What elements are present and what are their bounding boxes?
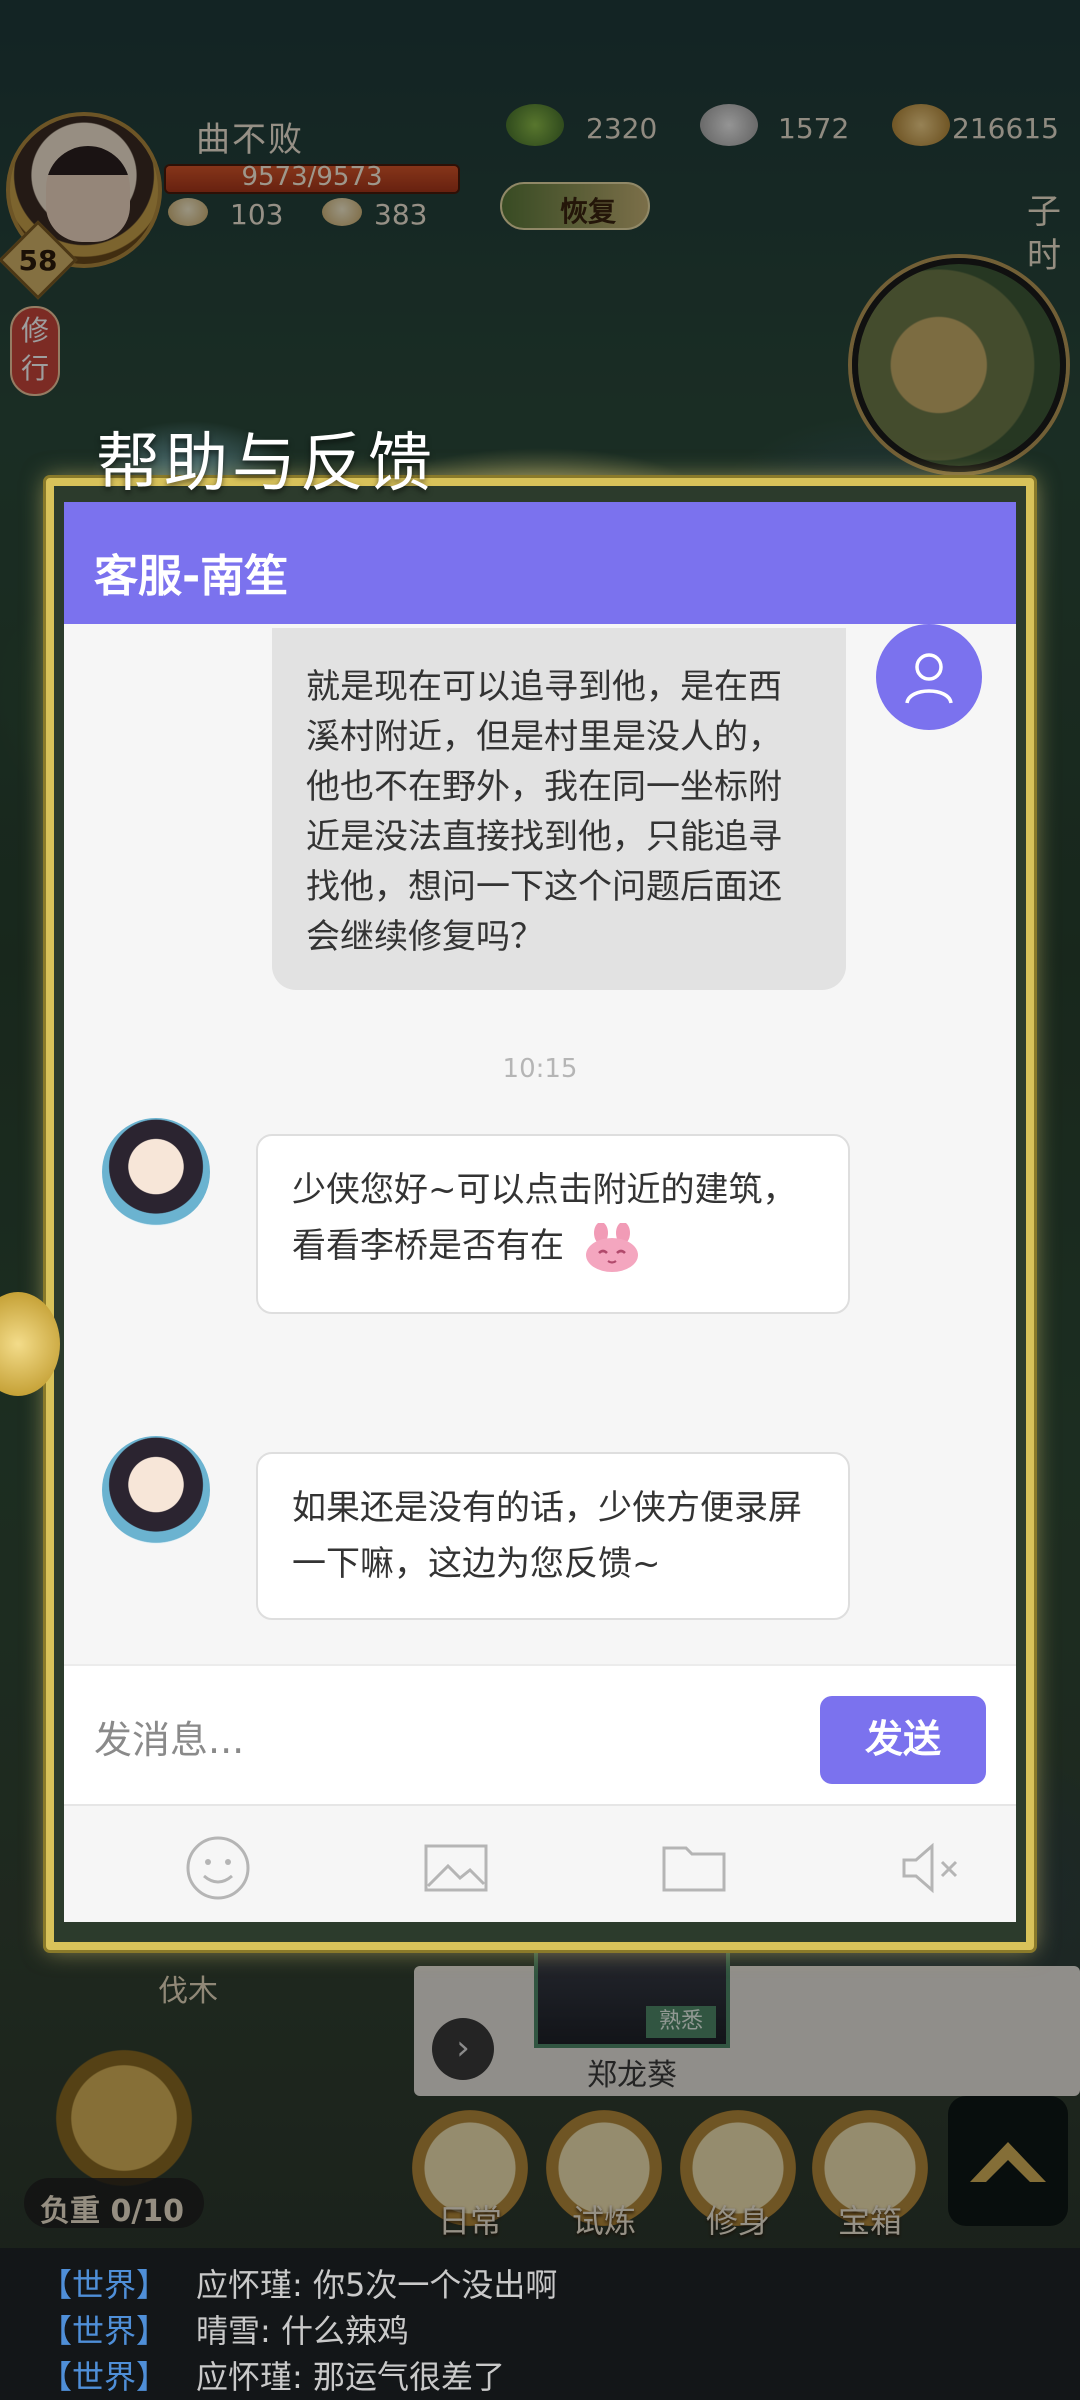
chat-log-line: 【世界】 晴雪: 什么辣鸡 bbox=[40, 2312, 409, 2350]
bunny-emoji-icon bbox=[585, 1222, 638, 1272]
folder-icon[interactable] bbox=[658, 1832, 730, 1904]
chat-header-title: 客服-南笙 bbox=[94, 551, 289, 602]
user-message-bubble: 就是现在可以追寻到他，是在西溪村附近，但是村里是没人的，他也不在野外，我在同一坐… bbox=[272, 628, 846, 990]
agent-avatar bbox=[102, 1118, 210, 1226]
world-chat-log[interactable]: 【世界】 应怀瑾: 你5次一个没出啊 【世界】 晴雪: 什么辣鸡 【世界】 应怀瑾: … bbox=[0, 2248, 1080, 2400]
agent-avatar bbox=[102, 1436, 210, 1544]
mute-icon[interactable] bbox=[896, 1832, 968, 1904]
dialog-title: 帮助与反馈 bbox=[96, 427, 436, 501]
send-button[interactable]: 发送 bbox=[820, 1696, 986, 1784]
attachment-toolbar bbox=[64, 1804, 1016, 1922]
chat-log-line: 【世界】 应怀瑾: 那运气很差了 bbox=[40, 2358, 505, 2396]
message-timestamp: 10:15 bbox=[502, 1054, 578, 1084]
chat-header: 客服-南笙 bbox=[64, 502, 1016, 624]
agent-message-bubble: 如果还是没有的话，少侠方便录屏一下嘛，这边为您反馈~ bbox=[256, 1452, 850, 1620]
agent-message-bubble: 少侠您好~可以点击附近的建筑，看看李桥是否有在 bbox=[256, 1134, 850, 1314]
customer-service-chat: 客服-南笙 就是现在可以追寻到他，是在西溪村附近，但是村里是没人的，他也不在野外… bbox=[64, 502, 1016, 1922]
image-icon[interactable] bbox=[420, 1832, 492, 1904]
chat-log-line: 【世界】 应怀瑾: 你5次一个没出啊 bbox=[40, 2266, 558, 2304]
emoji-icon[interactable] bbox=[182, 1832, 254, 1904]
message-composer: 发送 bbox=[64, 1664, 1016, 1804]
message-list[interactable]: 就是现在可以追寻到他，是在西溪村附近，但是村里是没人的，他也不在野外，我在同一坐… bbox=[64, 624, 1016, 1664]
user-avatar-icon bbox=[876, 624, 982, 730]
message-input[interactable] bbox=[94, 1710, 794, 1770]
